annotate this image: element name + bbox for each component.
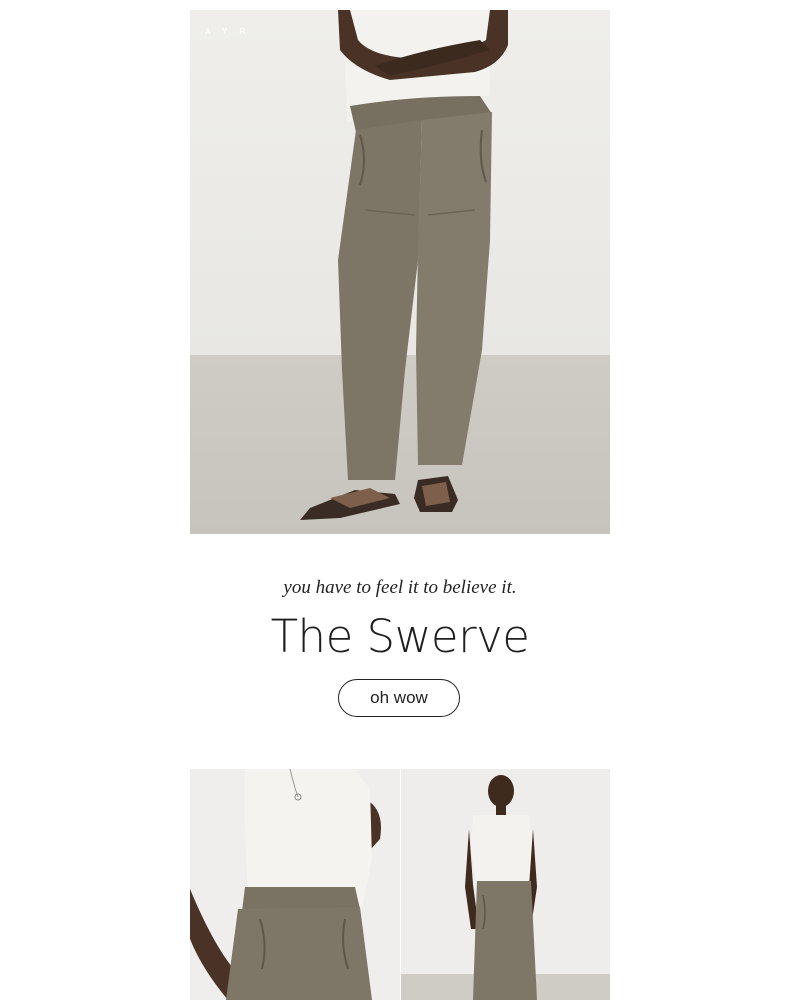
oh-wow-button[interactable]: oh wow — [338, 679, 460, 717]
closeup-illustration — [190, 769, 400, 1000]
tagline: you have to feel it to believe it. — [283, 577, 517, 598]
hero-image[interactable]: AYR — [190, 10, 610, 534]
brand-logo[interactable]: AYR — [205, 27, 257, 36]
fulllength-illustration — [401, 769, 610, 1000]
gallery-image-fulllength[interactable] — [401, 769, 610, 1000]
model-illustration — [300, 10, 508, 520]
product-title: The Swerve — [270, 610, 530, 663]
gallery-image-closeup[interactable] — [190, 769, 400, 1000]
